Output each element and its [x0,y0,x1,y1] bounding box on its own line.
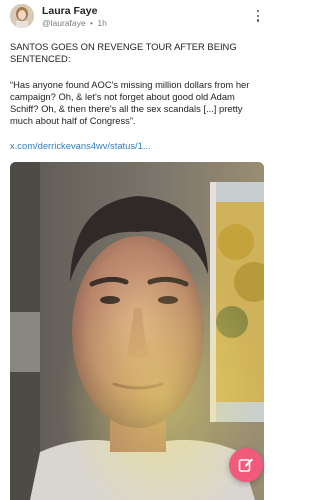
post-quote: “Has anyone found AOC's missing million … [10,79,250,126]
vertical-ellipsis-icon [252,8,264,22]
pencil-edit-icon [238,458,253,472]
meta-separator: • [89,18,93,28]
author-name[interactable]: Laura Faye [42,5,97,17]
post-header: Laura Faye @laurafaye • 1h [10,4,264,28]
more-options-button[interactable] [252,8,264,24]
avatar[interactable] [10,4,34,28]
post-link[interactable]: x.com/derrickevans4wv/status/1... [10,140,151,151]
video-thumbnail[interactable] [10,162,264,500]
compose-button[interactable] [229,448,263,482]
author-meta: @laurafaye • 1h [42,18,107,28]
post-time: 1h [97,18,107,28]
post-headline: SANTOS GOES ON REVENGE TOUR AFTER BEING … [10,41,237,64]
author-handle[interactable]: @laurafaye [42,18,86,28]
